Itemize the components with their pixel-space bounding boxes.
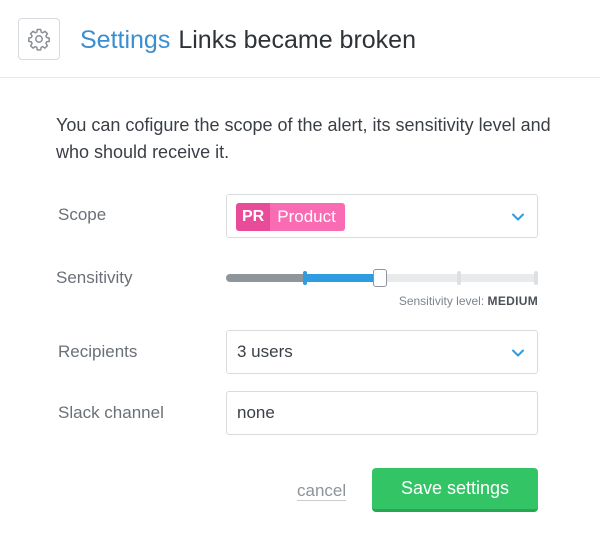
sensitivity-label: Sensitivity	[56, 268, 133, 287]
recipients-select[interactable]: 3 users	[226, 330, 538, 374]
sensitivity-level: MEDIUM	[487, 294, 538, 308]
slack-channel-value: none	[237, 403, 275, 422]
scope-label: Scope	[58, 205, 107, 224]
slack-channel-input[interactable]: none	[226, 391, 538, 435]
recipients-label: Recipients	[58, 342, 138, 361]
slider-handle[interactable]	[373, 269, 387, 287]
scope-tag-name: Product	[270, 203, 345, 231]
recipients-value: 3 users	[237, 342, 293, 361]
alert-name: Links became broken	[178, 26, 416, 54]
page-title: Settings Links became broken	[80, 24, 416, 56]
settings-button[interactable]	[18, 18, 60, 60]
slider-tick	[534, 271, 538, 285]
slack-channel-label: Slack channel	[58, 403, 164, 422]
scope-tag-abbr: PR	[236, 203, 271, 231]
scope-tag: PR Product	[236, 203, 345, 231]
chevron-down-icon	[512, 349, 524, 357]
intro-text: You can cofigure the scope of the alert,…	[56, 115, 551, 162]
gear-icon	[28, 28, 50, 51]
breadcrumb-settings[interactable]: Settings	[80, 26, 170, 54]
scope-select[interactable]: PR Product	[226, 194, 538, 238]
chevron-down-icon	[512, 213, 524, 221]
sensitivity-caption-label: Sensitivity level:	[398, 294, 485, 308]
save-settings-button[interactable]: Save settings	[372, 468, 538, 512]
slider-low-segment	[226, 274, 304, 282]
cancel-link[interactable]: cancel	[297, 481, 346, 501]
header: Settings Links became broken	[0, 0, 600, 78]
slider-tick	[457, 271, 461, 285]
sensitivity-caption: Sensitivity level: MEDIUM	[399, 294, 538, 308]
slider-fill	[304, 274, 380, 282]
slider-tick	[303, 271, 307, 285]
sensitivity-slider[interactable]	[226, 269, 538, 287]
